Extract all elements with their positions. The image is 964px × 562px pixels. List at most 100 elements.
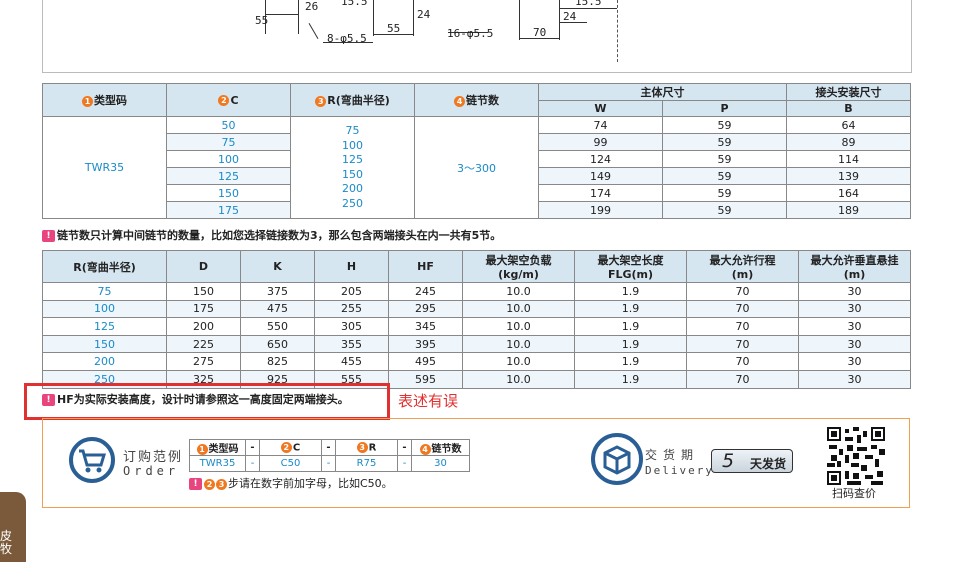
c-value: 175 [166,201,291,219]
k-value: 650 [240,334,315,354]
max-hang-value: 30 [798,317,911,336]
max-length-value: 1.9 [574,369,687,389]
w-value: 199 [538,201,663,219]
max-hang-value: 30 [798,352,911,371]
order-v-type: TWR35 [189,455,246,472]
header-max-hang: 最大允许垂直悬挂 (m) [798,250,911,283]
delivery-label: 天发货 [750,457,787,471]
c-value: 125 [166,167,291,185]
max-load-value: 10.0 [462,282,575,301]
max-hang-value: 30 [798,334,911,354]
order-note: ! 2 3 步请在数字前加字母，比如C50。 [189,475,393,491]
order-h-sep: - [397,439,412,456]
technical-drawing: 55 26 15.5 8-φ5.5 55 24 16-φ5.5 70 15.5 … [42,0,912,73]
h-value: 355 [314,334,389,354]
dim-label: 24 [417,8,431,21]
header-hf: HF [388,250,463,283]
d-value: 225 [166,334,241,354]
r-value: 150 [42,334,167,354]
k-value: 375 [240,282,315,301]
header-d: D [166,250,241,283]
max-hang-value: 30 [798,282,911,301]
header-r: 3 R(弯曲半径) [290,83,415,117]
max-stroke-value: 70 [686,334,799,354]
p-value: 59 [662,167,787,185]
header-w: W [538,100,663,117]
header-max-length: 最大架空长度 FLG(m) [574,250,687,283]
order-title-en: Order [123,464,180,478]
w-value: 124 [538,150,663,168]
order-table: 1 类型码 - 2C - 3R - 4 链节数 TWR35 - C50 - R75 … [189,439,470,472]
r-value: 75 [42,282,167,301]
r-value: 100 [42,299,167,319]
order-v-c: C50 [259,455,322,472]
max-stroke-value: 70 [686,282,799,301]
order-h-links: 4 链节数 [411,439,470,456]
table-row: 100 175 475 255 295 10.0 1.9 70 30 [42,299,911,319]
k-value: 825 [240,352,315,371]
cart-icon [69,437,115,483]
dim-label: 55 [255,14,269,27]
warning-icon: ! [42,230,55,242]
side-tab[interactable]: 皮牧 [0,492,26,562]
delivery-title-cn: 交货期 [645,448,700,462]
d-value: 175 [166,299,241,319]
dimension-table: R(弯曲半径) D K H HF 最大架空负载 (kg/m) 最大架空长度 FLG(… [42,250,911,389]
dim-line [373,0,374,36]
r-values-cell: 75 100 125 150 200 250 [290,116,415,219]
header-r: R(弯曲半径) [42,250,167,283]
spec-table: 1 类型码 2C 3 R(弯曲半径) 4 链节数 主体尺寸 接头安装尺寸 W P B … [42,83,911,219]
warning-icon: ! [42,394,55,406]
qr-code-icon[interactable] [827,427,885,485]
p-value: 59 [662,116,787,134]
header-c: 2C [166,83,291,117]
dim-label: 16-φ5.5 [447,27,494,40]
hf-value: 295 [388,299,463,319]
header-type-code: 1 类型码 [42,83,167,117]
max-length-value: 1.9 [574,334,687,354]
dim-line [559,0,560,40]
max-load-value: 10.0 [462,317,575,336]
warning-icon: ! [189,478,202,490]
table-row: 150 225 650 355 395 10.0 1.9 70 30 [42,334,911,354]
order-h-sep: - [245,439,260,456]
max-load-value: 10.0 [462,299,575,319]
order-v-r: R75 [335,455,398,472]
max-load-value: 10.0 [462,369,575,389]
table-row: 75 150 375 205 245 10.0 1.9 70 30 [42,282,911,301]
dim-line [519,0,520,40]
dim-line [559,8,617,9]
order-v-links: 30 [411,455,470,472]
delivery-badge: 5 天发货 [711,449,793,473]
delivery-box-icon [591,433,643,485]
order-h-r: 3R [335,439,398,456]
b-value: 164 [786,184,911,202]
leader-line [308,22,319,40]
order-h-sep: - [321,439,336,456]
order-example-box: 订购范例 Order 1 类型码 - 2C - 3R - 4 链节数 TWR35 -… [42,418,910,508]
header-h: H [314,250,389,283]
d-value: 275 [166,352,241,371]
hf-value: 395 [388,334,463,354]
header-max-load: 最大架空负载 (kg/m) [462,250,575,283]
table-row: 125 200 550 305 345 10.0 1.9 70 30 [42,317,911,336]
hf-value: 345 [388,317,463,336]
dimension-table-body: 75 150 375 205 245 10.0 1.9 70 30 100 175 475 255 295… [42,282,911,389]
dim-line [413,0,414,36]
k-value: 475 [240,299,315,319]
hf-value: 245 [388,282,463,301]
w-value: 174 [538,184,663,202]
dim-label: 15.5 [341,0,368,8]
b-value: 64 [786,116,911,134]
order-v-sep: - [397,455,412,472]
d-value: 200 [166,317,241,336]
max-load-value: 10.0 [462,352,575,371]
header-p: P [662,100,787,117]
h-value: 455 [314,352,389,371]
dim-label: 15.5 [575,0,602,8]
p-value: 59 [662,150,787,168]
r-value: 125 [42,317,167,336]
b-value: 114 [786,150,911,168]
order-v-sep: - [245,455,260,472]
dim-label: 70 [533,26,547,39]
